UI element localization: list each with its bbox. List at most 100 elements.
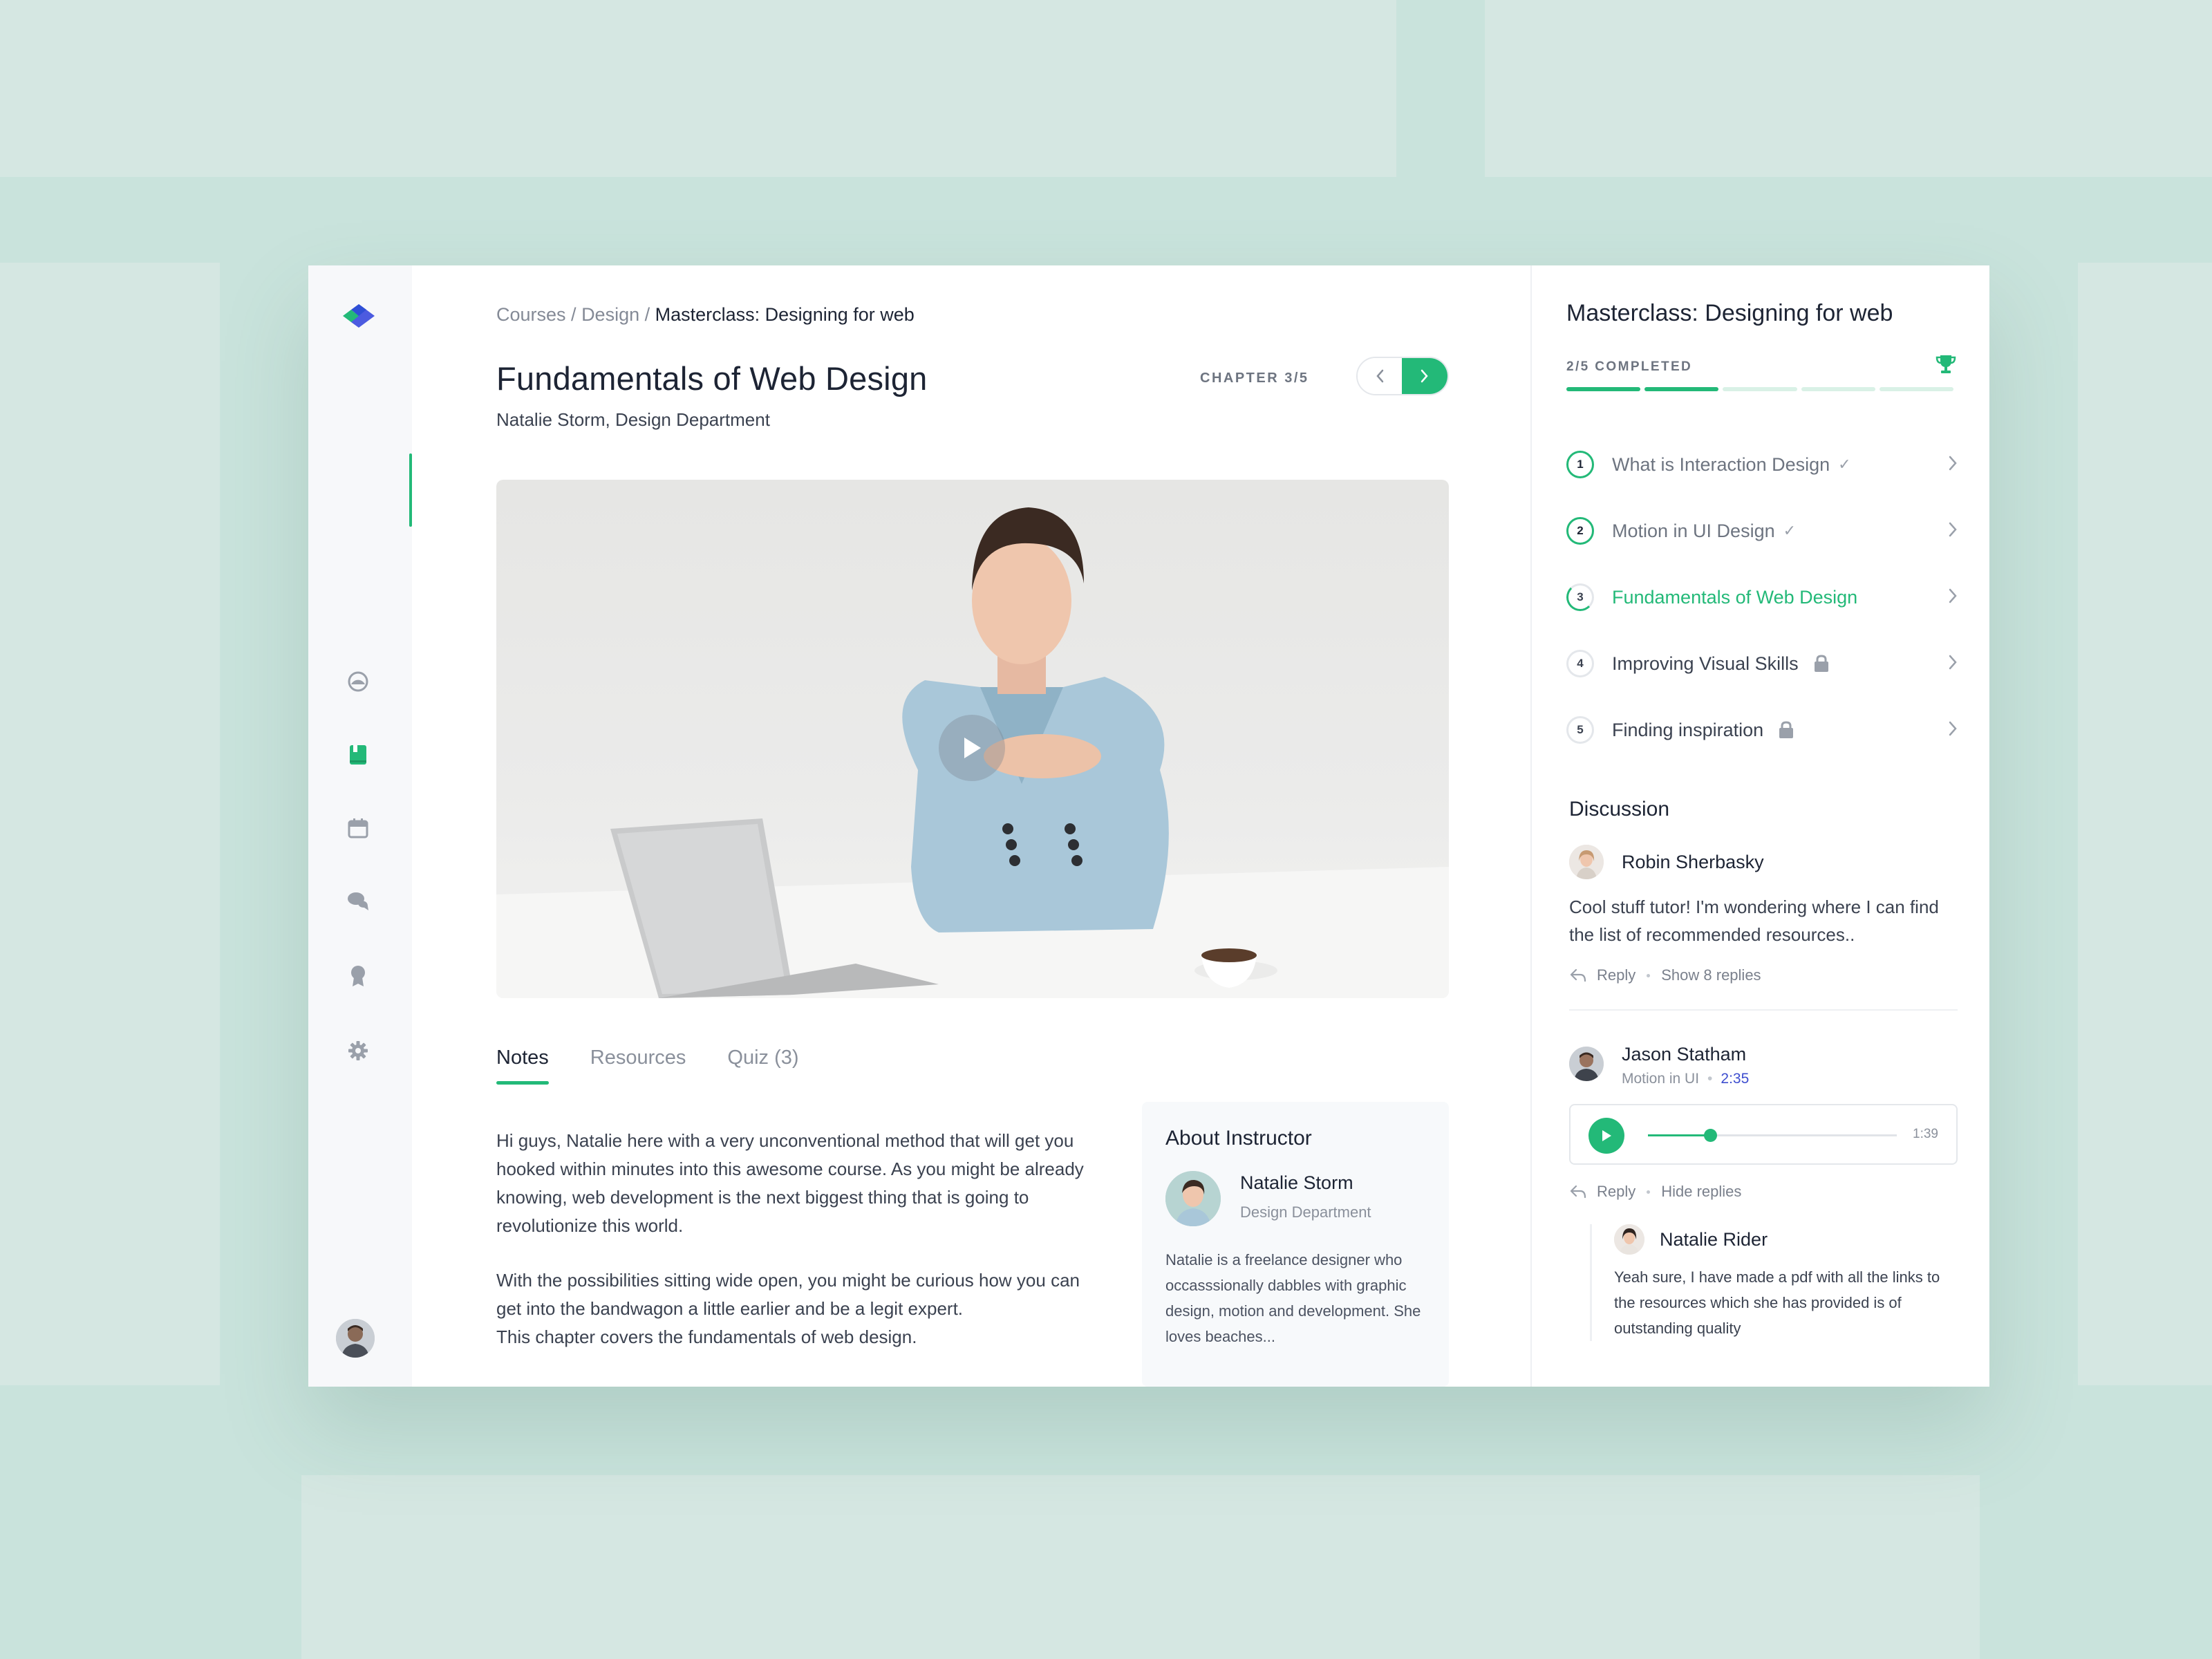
comment-text: Yeah sure, I have made a pdf with all th… [1614,1268,1940,1337]
settings-icon[interactable] [346,1038,371,1063]
video-player[interactable] [496,480,1449,998]
chapter-pager [1356,357,1449,395]
nested-reply: Natalie Rider Yeah sure, I have made a p… [1590,1224,1958,1341]
audio-message-player: 1:39 [1569,1104,1958,1165]
separator-dot: • [1707,1071,1713,1087]
comment-author[interactable]: Robin Sherbasky [1622,852,1764,873]
chevron-right-icon [1949,588,1957,603]
chapter-number: 5 [1566,716,1594,744]
video-timestamp-link[interactable]: 2:35 [1721,1071,1749,1087]
main-content: Courses / Design / Masterclass: Designin… [412,265,1507,1387]
progress-label: 2/5 COMPLETED [1566,359,1693,374]
chat-icon[interactable] [346,889,371,914]
audio-duration: 1:39 [1913,1127,1938,1141]
user-avatar[interactable] [336,1319,375,1358]
comment-context[interactable]: Motion in UI [1622,1071,1699,1087]
chapter-number: 1 [1566,451,1594,478]
hide-replies-button[interactable]: Hide replies [1661,1183,1741,1201]
notes-paragraph: With the possibilities sitting wide open… [496,1266,1105,1351]
avatar[interactable] [1569,845,1604,879]
progress-segment [1644,387,1719,391]
separator-dot [1647,973,1651,977]
comment-author[interactable]: Jason Statham [1622,1044,1749,1065]
chapter-title: Motion in UI Design [1612,520,1775,541]
chapter-title: What is Interaction Design [1612,453,1830,475]
breadcrumb-courses[interactable]: Courses [496,304,566,325]
audio-play-button[interactable] [1588,1118,1624,1154]
tab-quiz[interactable]: Quiz (3) [727,1047,798,1085]
award-icon[interactable] [346,964,371,988]
next-chapter-button[interactable] [1402,358,1447,394]
chapter-number: 4 [1566,650,1594,677]
calendar-icon[interactable] [346,816,371,841]
dashboard-icon[interactable] [346,669,371,694]
breadcrumb: Courses / Design / Masterclass: Designin… [496,304,915,326]
lock-icon [1779,721,1794,738]
book-icon[interactable] [346,742,371,767]
chevron-right-icon [1949,721,1957,736]
course-sidebar: Masterclass: Designing for web 2/5 COMPL… [1530,265,1989,1387]
progress-segment [1723,387,1797,391]
avatar[interactable] [1614,1224,1644,1255]
show-replies-button[interactable]: Show 8 replies [1661,966,1761,984]
chapter-title: Finding inspiration [1612,719,1764,740]
play-video-button[interactable] [939,715,1005,781]
avatar[interactable] [1569,1047,1604,1081]
chapter-item[interactable]: 1 What is Interaction Design ✓ [1566,431,1958,498]
notes-line: This chapter covers the fundamentals of … [496,1327,917,1347]
progress-segment [1879,387,1954,391]
content-tabs: Notes Resources Quiz (3) [496,1047,799,1085]
instructor-department: Design Department [1240,1203,1371,1221]
check-icon: ✓ [1783,522,1797,539]
breadcrumb-design[interactable]: Design [581,304,639,325]
comment-text: Cool stuff tutor! I'm wondering where I … [1569,897,1939,945]
chapter-item[interactable]: 2 Motion in UI Design ✓ [1566,498,1958,564]
chapter-list: 1 What is Interaction Design ✓ 2 Motion … [1566,431,1958,763]
progress-segment [1801,387,1875,391]
bg-panel-top-right [1485,0,2212,177]
course-title: Masterclass: Designing for web [1566,300,1893,326]
audio-scrub-handle[interactable] [1704,1129,1717,1142]
comment-author[interactable]: Natalie Rider [1660,1229,1768,1250]
chevron-right-icon [1949,522,1957,537]
instructor-name[interactable]: Natalie Storm [1240,1172,1371,1194]
breadcrumb-separator: / [639,304,655,325]
chapter-number: 3 [1566,583,1594,611]
divider [1569,1009,1958,1011]
check-icon: ✓ [1838,456,1851,473]
chapter-item[interactable]: 4 Improving Visual Skills [1566,630,1958,697]
notes-line: With the possibilities sitting wide open… [496,1270,1080,1319]
breadcrumb-separator: / [565,304,582,325]
app-window: Courses / Design / Masterclass: Designin… [308,265,1989,1387]
chapter-counter: CHAPTER 3/5 [1200,371,1309,386]
tab-resources[interactable]: Resources [590,1047,686,1085]
previous-chapter-button[interactable] [1358,358,1402,394]
instructor-bio: Natalie is a freelance designer who occa… [1165,1251,1421,1345]
breadcrumb-current: Masterclass: Designing for web [655,304,915,325]
reply-button[interactable]: Reply [1597,1183,1635,1201]
lock-icon [1814,655,1828,672]
reply-button[interactable]: Reply [1597,966,1635,984]
bg-panel-top-left [0,0,1396,177]
reply-icon [1570,1185,1586,1199]
audio-progress-track[interactable] [1648,1129,1897,1142]
chapter-item[interactable]: 5 Finding inspiration [1566,697,1958,763]
chapter-number: 2 [1566,517,1594,545]
chevron-right-icon [1421,369,1428,383]
about-instructor-card: About Instructor Natalie Storm Design De… [1142,1102,1449,1387]
instructor-avatar[interactable] [1165,1171,1221,1226]
discussion-section: Discussion Robin Sherbasky Cool stuff tu… [1569,798,1958,1341]
trophy-icon [1936,354,1956,378]
logo-icon[interactable] [343,304,375,328]
play-icon [964,738,981,758]
audio-progress-fill [1648,1134,1710,1136]
discussion-heading: Discussion [1569,798,1670,821]
chapter-title: Improving Visual Skills [1612,653,1799,674]
separator-dot [1647,1190,1651,1194]
notes-paragraph: Hi guys, Natalie here with a very unconv… [496,1130,1084,1236]
lesson-notes: Hi guys, Natalie here with a very unconv… [496,1127,1105,1351]
chapter-item[interactable]: 3 Fundamentals of Web Design [1566,564,1958,630]
reply-icon [1570,968,1586,982]
tab-notes[interactable]: Notes [496,1047,549,1085]
bg-panel-bottom [301,1475,1980,1659]
